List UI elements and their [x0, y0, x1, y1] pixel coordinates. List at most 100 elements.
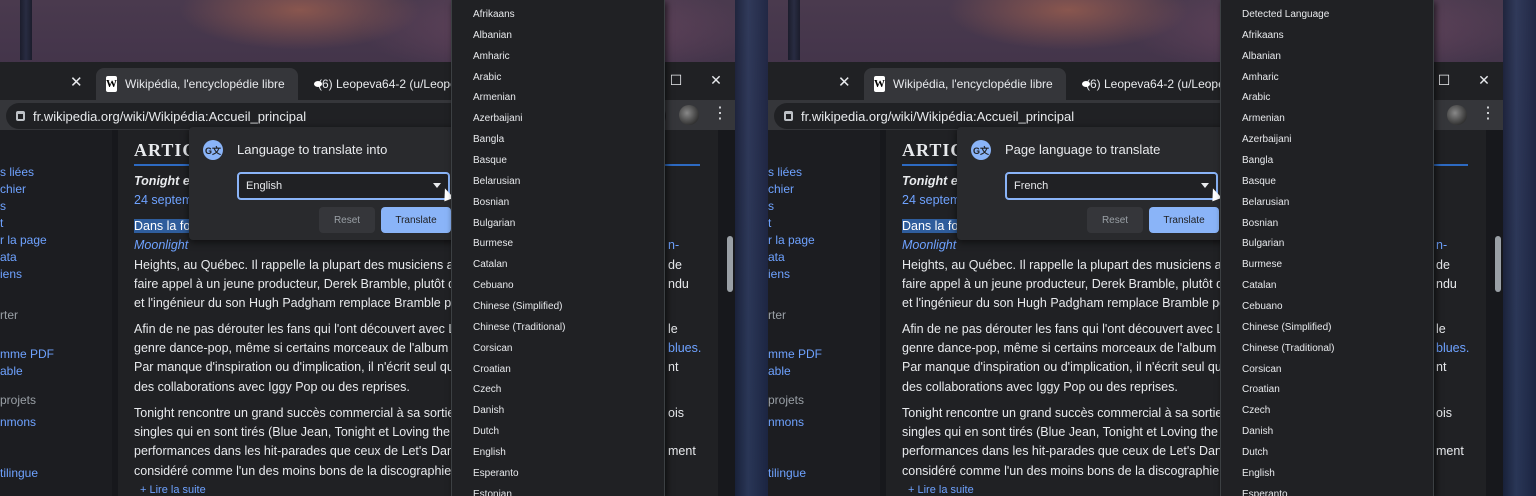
chevron-down-icon[interactable] [433, 183, 441, 188]
language-option[interactable]: Danish [452, 400, 664, 421]
language-option[interactable]: English [1221, 463, 1433, 484]
language-option[interactable]: Amharic [452, 46, 664, 67]
translate-button[interactable]: Translate [1149, 207, 1219, 233]
article-link[interactable]: Moonlight [902, 238, 956, 252]
sidebar-link[interactable]: ata [768, 250, 785, 264]
article-link[interactable]: 24 septem [902, 193, 960, 207]
close-window-icon[interactable]: ✕ [1466, 68, 1502, 92]
language-option[interactable]: Azerbaijani [452, 108, 664, 129]
read-more-link[interactable]: + Lire la suite [908, 484, 974, 496]
tab-reddit[interactable]: (6) Leopeva64-2 (u/Leope [300, 68, 452, 100]
language-option[interactable]: Afrikaans [452, 4, 664, 25]
language-option[interactable]: Chinese (Traditional) [1221, 338, 1433, 359]
article-link[interactable]: 24 septem [134, 193, 192, 207]
language-option[interactable]: Dutch [1221, 442, 1433, 463]
language-option[interactable]: Basque [452, 150, 664, 171]
language-option[interactable]: Esperanto [452, 463, 664, 484]
language-option[interactable]: Czech [1221, 400, 1433, 421]
language-option[interactable]: Chinese (Traditional) [452, 317, 664, 338]
language-select[interactable]: French [1005, 172, 1222, 202]
chevron-down-icon[interactable] [1201, 183, 1209, 188]
sidebar-link[interactable]: nmons [0, 415, 36, 429]
sidebar-link[interactable]: iens [768, 267, 790, 281]
language-option[interactable]: Catalan [452, 254, 664, 275]
language-option[interactable]: Azerbaijani [1221, 129, 1433, 150]
tab-wikipedia[interactable]: W Wikipédia, l'encyclopédie libre ✕ [96, 68, 298, 100]
language-option[interactable]: Catalan [1221, 275, 1433, 296]
sidebar-link[interactable]: r la page [768, 233, 815, 247]
sidebar-link[interactable]: s liées [768, 165, 802, 179]
language-option[interactable]: Chinese (Simplified) [1221, 317, 1433, 338]
language-option[interactable]: Corsican [452, 338, 664, 359]
sidebar-link[interactable]: ata [0, 250, 17, 264]
language-option[interactable]: Cebuano [1221, 296, 1433, 317]
article-line-fragment[interactable]: n- [1436, 238, 1447, 252]
article-link[interactable]: Moonlight [134, 238, 188, 252]
article-line-fragment[interactable]: n- [668, 238, 679, 252]
sidebar-link[interactable]: s [0, 199, 6, 213]
read-more-link[interactable]: + Lire la suite [140, 484, 206, 496]
language-option[interactable]: Basque [1221, 171, 1433, 192]
language-option[interactable]: Albanian [1221, 46, 1433, 67]
language-option[interactable]: Cebuano [452, 275, 664, 296]
language-option[interactable]: Arabic [1221, 87, 1433, 108]
language-option[interactable]: Belarusian [1221, 192, 1433, 213]
sidebar-link[interactable]: s [768, 199, 774, 213]
language-option[interactable]: Estonian [452, 484, 664, 496]
language-select[interactable]: English [237, 172, 454, 202]
sidebar-link[interactable]: chier [768, 182, 794, 196]
language-option[interactable]: Bosnian [1221, 213, 1433, 234]
language-dropdown-list[interactable]: Afrikaans Albanian Amharic Arabic Armenian Az… [451, 0, 665, 496]
sidebar-link[interactable]: nmons [768, 415, 804, 429]
reset-button[interactable]: Reset [319, 207, 375, 233]
sidebar-link[interactable]: t [0, 216, 3, 230]
scrollbar-thumb[interactable] [727, 236, 733, 292]
language-option[interactable]: Detected Language [1221, 4, 1433, 25]
language-option[interactable]: Burmese [452, 233, 664, 254]
lock-icon[interactable] [784, 111, 793, 121]
language-option[interactable]: Belarusian [452, 171, 664, 192]
sidebar-link[interactable]: s liées [0, 165, 34, 179]
sidebar-link[interactable]: mme PDF [0, 347, 54, 361]
language-option[interactable]: Afrikaans [1221, 25, 1433, 46]
close-icon[interactable]: ✕ [70, 73, 83, 91]
article-line-fragment[interactable]: blues. [1436, 341, 1469, 355]
kebab-menu-icon[interactable]: ⋮ [1480, 106, 1496, 122]
sidebar-link[interactable]: mme PDF [768, 347, 822, 361]
language-option[interactable]: Albanian [452, 25, 664, 46]
language-option[interactable]: Bangla [1221, 150, 1433, 171]
sidebar-link[interactable]: r la page [0, 233, 47, 247]
kebab-menu-icon[interactable]: ⋮ [712, 106, 728, 122]
language-option[interactable]: Croatian [452, 359, 664, 380]
reset-button[interactable]: Reset [1087, 207, 1143, 233]
language-option[interactable]: Bulgarian [452, 213, 664, 234]
sidebar-link[interactable]: tilingue [0, 466, 38, 480]
language-option[interactable]: Czech [452, 379, 664, 400]
language-option[interactable]: Chinese (Simplified) [452, 296, 664, 317]
language-option[interactable]: Arabic [452, 67, 664, 88]
language-option[interactable]: Burmese [1221, 254, 1433, 275]
language-option[interactable]: Bulgarian [1221, 233, 1433, 254]
close-window-icon[interactable]: ✕ [698, 68, 734, 92]
article-line-fragment[interactable]: blues. [668, 341, 701, 355]
avatar[interactable] [679, 105, 699, 125]
lock-icon[interactable] [16, 111, 25, 121]
language-dropdown-list[interactable]: Detected Language Afrikaans Albanian Amhari… [1220, 0, 1434, 496]
avatar[interactable] [1447, 105, 1467, 125]
language-option[interactable]: Corsican [1221, 359, 1433, 380]
sidebar-link[interactable]: chier [0, 182, 26, 196]
language-option[interactable]: Bangla [452, 129, 664, 150]
scrollbar-thumb[interactable] [1495, 236, 1501, 292]
language-option[interactable]: Dutch [452, 421, 664, 442]
sidebar-link[interactable]: t [768, 216, 771, 230]
language-option[interactable]: Bosnian [452, 192, 664, 213]
sidebar-link[interactable]: able [0, 364, 23, 378]
language-option[interactable]: Danish [1221, 421, 1433, 442]
tab-reddit[interactable]: (6) Leopeva64-2 (u/Leope [1068, 68, 1220, 100]
language-option[interactable]: Armenian [452, 87, 664, 108]
language-option[interactable]: Amharic [1221, 67, 1433, 88]
language-option[interactable]: Armenian [1221, 108, 1433, 129]
close-icon[interactable]: ✕ [838, 73, 851, 91]
sidebar-link[interactable]: tilingue [768, 466, 806, 480]
sidebar-link[interactable]: able [768, 364, 791, 378]
